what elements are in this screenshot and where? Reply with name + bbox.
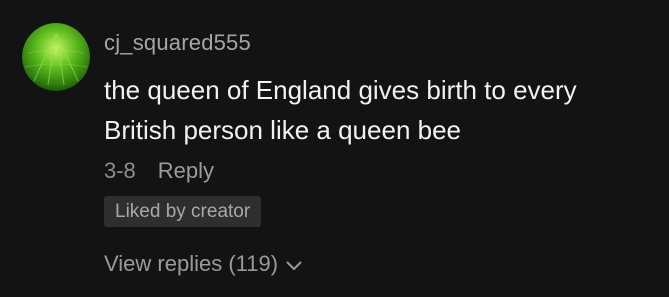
comment-meta: 3-8 Reply xyxy=(104,158,214,184)
comment: cj_squared555 the queen of England gives… xyxy=(0,0,669,297)
reply-button[interactable]: Reply xyxy=(158,158,214,184)
username[interactable]: cj_squared555 xyxy=(104,30,251,56)
green-sphere-avatar-icon xyxy=(22,23,90,91)
comment-text: the queen of England gives birth to ever… xyxy=(104,75,577,145)
comment-date: 3-8 xyxy=(104,158,136,183)
view-replies-button[interactable]: View replies (119) xyxy=(104,251,302,277)
avatar[interactable] xyxy=(22,23,90,91)
chevron-down-icon xyxy=(286,251,302,277)
view-replies-label: View replies (119) xyxy=(104,251,279,276)
liked-by-creator-badge: Liked by creator xyxy=(104,196,262,227)
